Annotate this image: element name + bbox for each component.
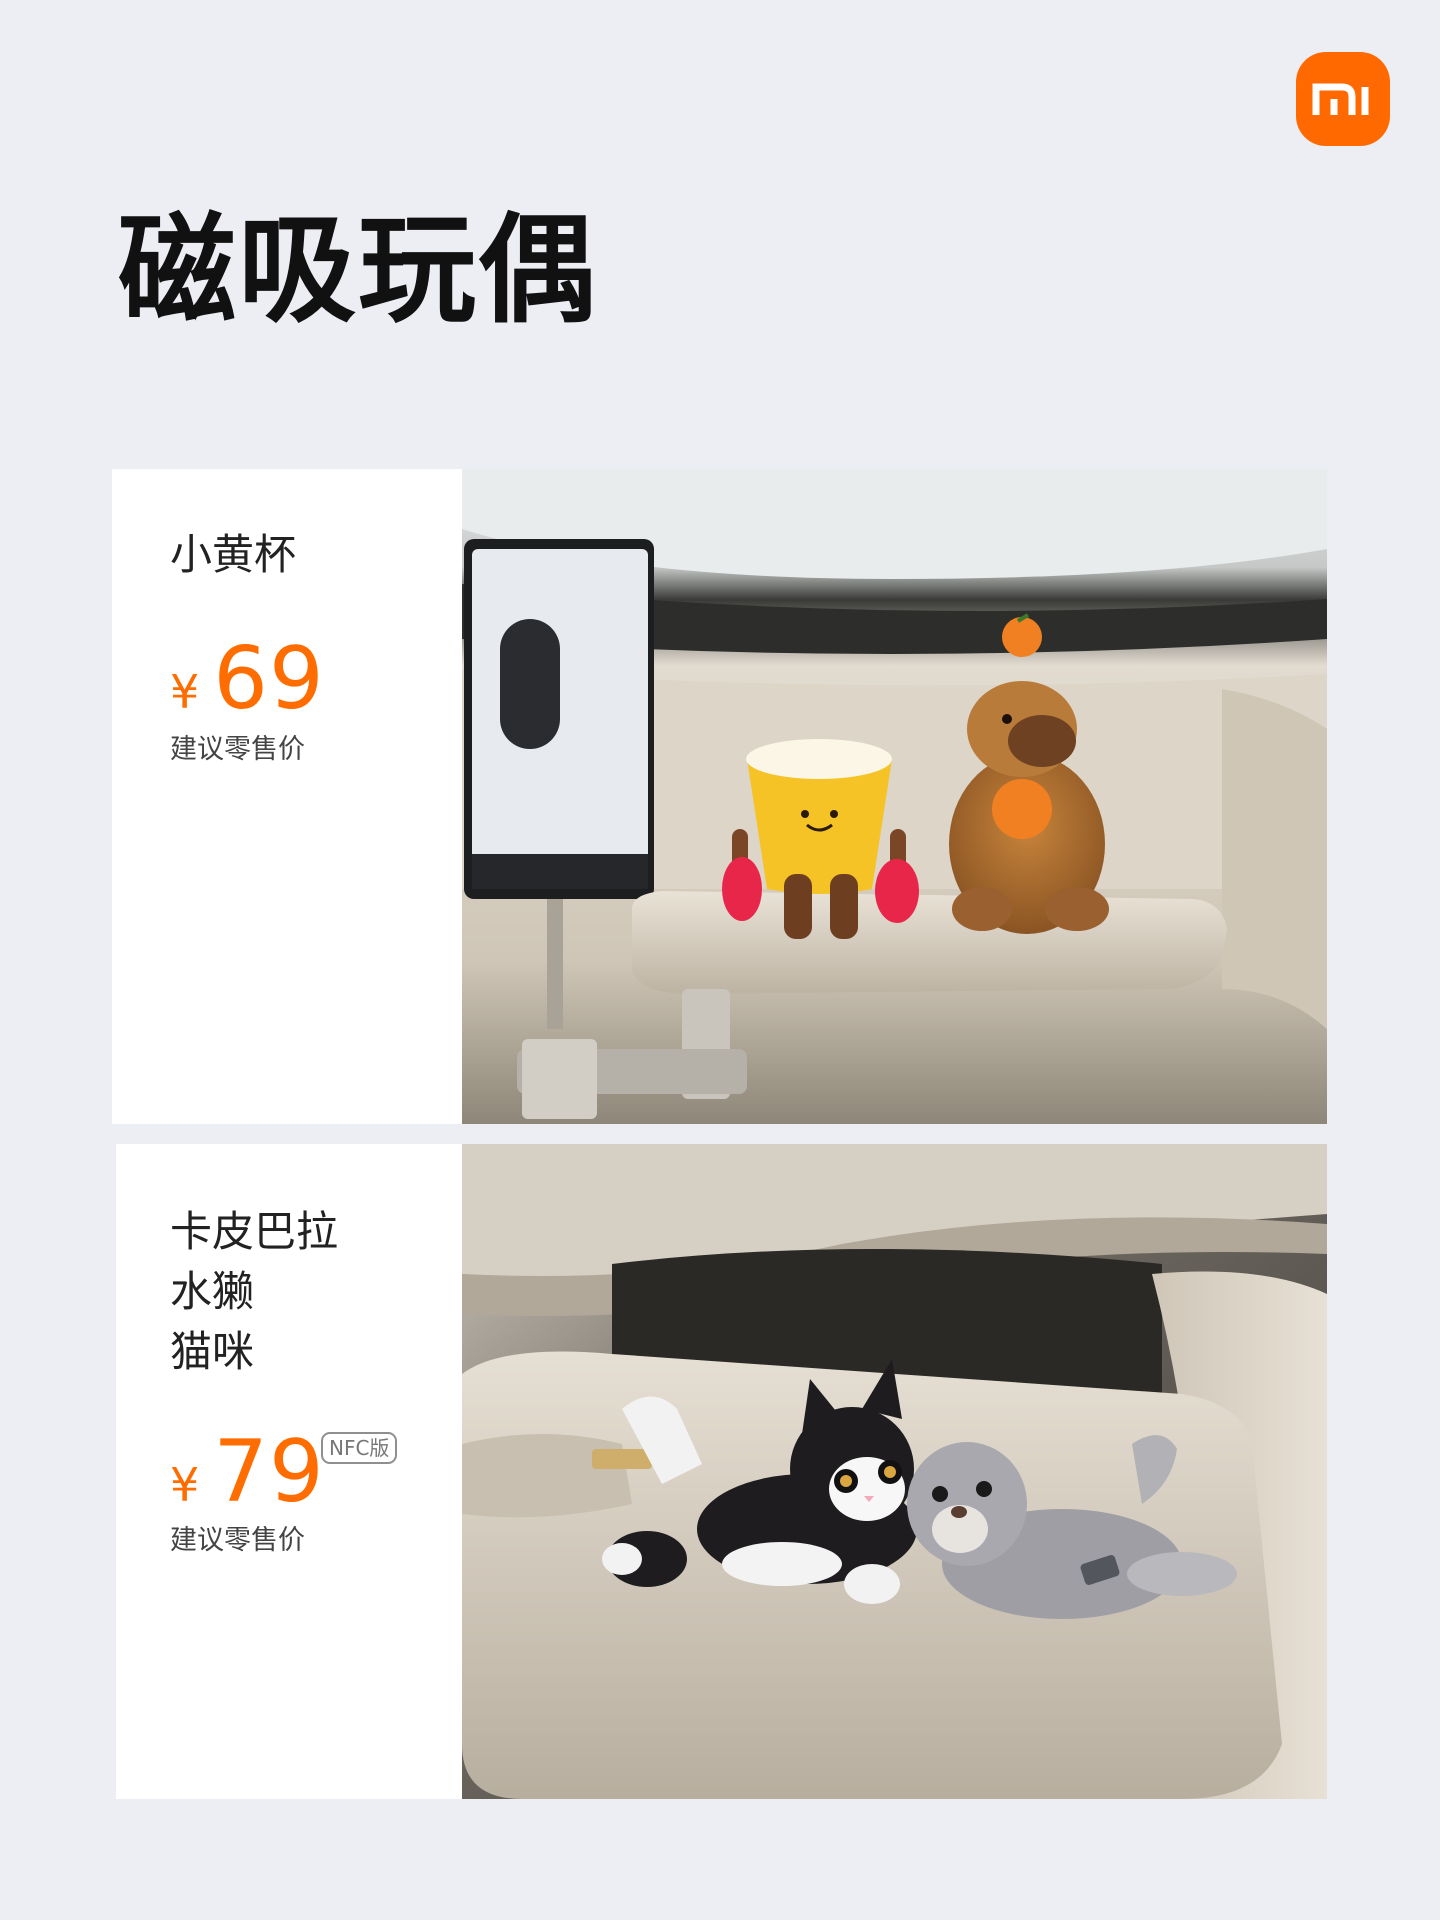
page-title: 磁吸玩偶	[118, 201, 599, 339]
mi-logo-icon	[1312, 83, 1369, 115]
price-amount: 79	[213, 1422, 325, 1522]
currency-symbol: ¥	[170, 665, 200, 719]
product-card-capybara-otter-cat[interactable]: 卡皮巴拉 水獭 猫咪 ¥ 79 NFC版 建议零售价	[116, 1144, 1327, 1799]
product-card-yellow-cup[interactable]: 小黄杯 ¥ 69 建议零售价	[112, 469, 1327, 1124]
product-names: 卡皮巴拉 水獭 猫咪	[170, 1202, 338, 1382]
product-name: 卡皮巴拉	[170, 1207, 339, 1256]
product-name: 小黄杯	[170, 530, 297, 579]
product-photo-console	[462, 1144, 1327, 1799]
product-info: 小黄杯 ¥ 69 建议零售价	[112, 469, 462, 1124]
price-note: 建议零售价	[170, 1525, 305, 1556]
nfc-badge: NFC版	[321, 1432, 398, 1464]
product-name: 猫咪	[170, 1327, 255, 1376]
currency-symbol: ¥	[170, 1458, 200, 1512]
price: ¥ 79	[170, 1422, 325, 1522]
product-names: 小黄杯	[170, 525, 296, 585]
price-note: 建议零售价	[170, 734, 305, 765]
product-photo-dashboard	[462, 469, 1327, 1124]
price-amount: 69	[213, 629, 325, 729]
product-info: 卡皮巴拉 水獭 猫咪 ¥ 79 NFC版 建议零售价	[116, 1144, 466, 1799]
xiaomi-logo	[1296, 52, 1390, 146]
product-name: 水獭	[170, 1267, 255, 1316]
price: ¥ 69	[170, 629, 325, 729]
